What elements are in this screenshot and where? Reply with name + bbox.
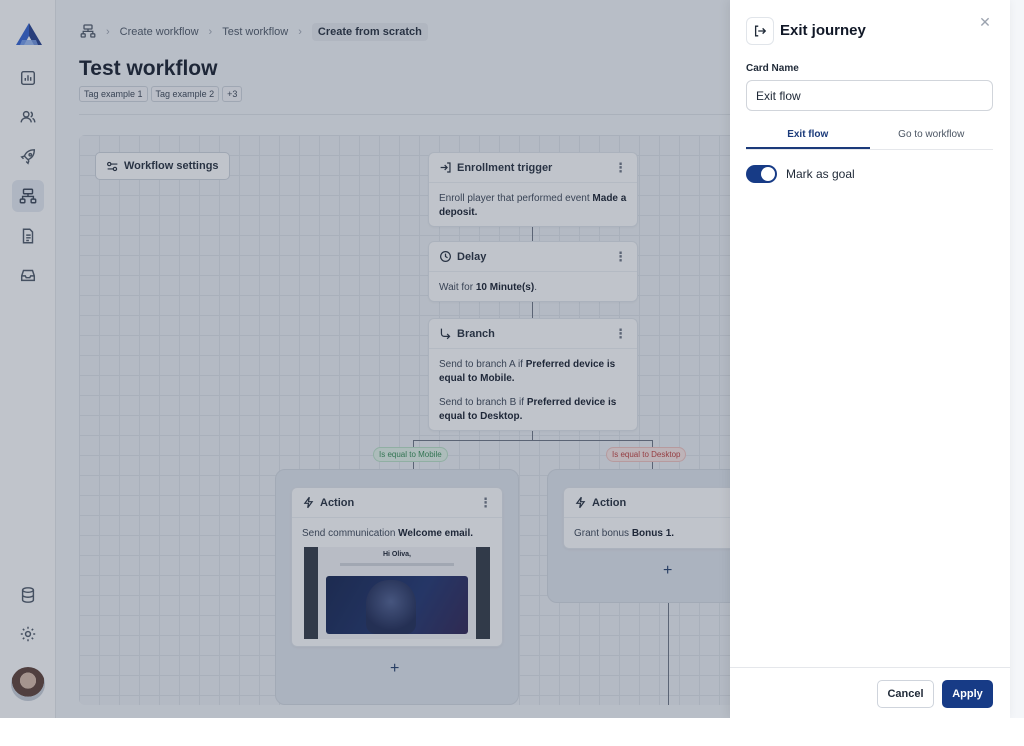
mark-as-goal-toggle[interactable] [746,165,777,183]
mark-as-goal-label: Mark as goal [786,167,855,181]
card-name-input[interactable] [746,80,993,111]
exit-icon [746,17,774,45]
tab-exit-flow[interactable]: Exit flow [746,122,870,149]
close-icon[interactable]: ✕ [977,14,993,30]
drawer-tabs: Exit flow Go to workflow [746,122,993,150]
tab-go-to-workflow[interactable]: Go to workflow [870,122,994,149]
apply-button[interactable]: Apply [942,680,993,708]
mark-as-goal-row: Mark as goal [746,165,855,183]
modal-backdrop[interactable] [0,0,730,718]
cancel-button[interactable]: Cancel [877,680,934,708]
toggle-knob [761,167,775,181]
app-window: › Create workflow › Test workflow › Crea… [0,0,1024,718]
page-bottom-margin [0,718,1024,746]
drawer-title: Exit journey [780,22,866,39]
card-name-label: Card Name [746,63,799,74]
exit-journey-drawer: Exit journey ✕ Card Name Exit flow Go to… [730,0,1010,718]
drawer-footer: Cancel Apply [730,667,1010,718]
